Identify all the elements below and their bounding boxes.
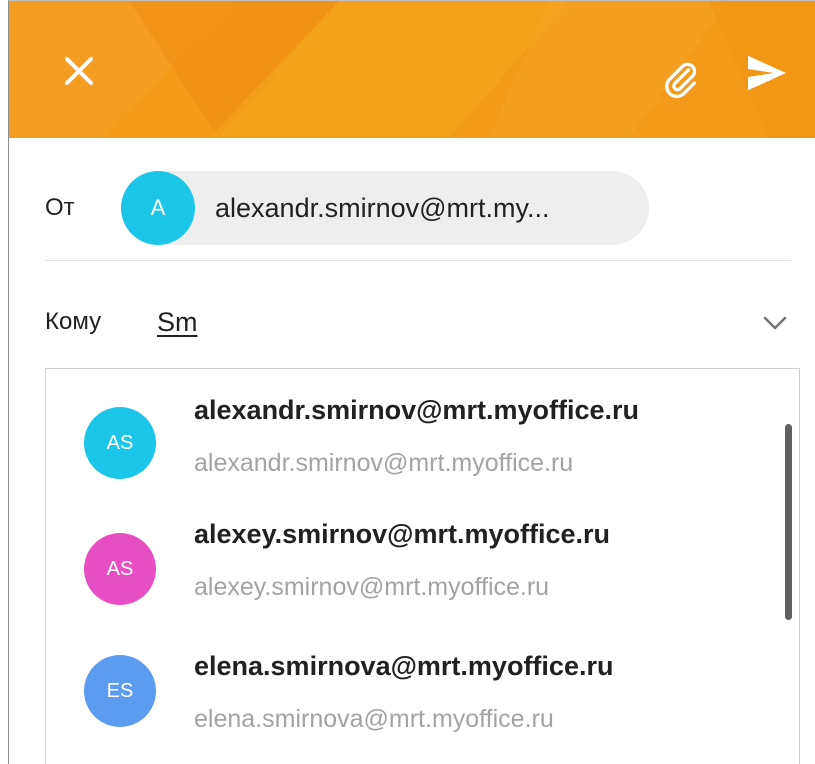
suggestions-scrollbar[interactable]: [785, 424, 792, 620]
suggestion-avatar: ES: [84, 655, 156, 727]
suggestion-email: alexandr.smirnov@mrt.myoffice.ru: [194, 449, 574, 477]
recipient-input[interactable]: Sm: [157, 307, 198, 338]
compose-screen: От A alexandr.smirnov@mrt.my... Кому Sm …: [8, 0, 815, 764]
suggestion-item[interactable]: AS alexey.smirnov@mrt.myoffice.ru alexey…: [46, 497, 766, 625]
suggestion-item[interactable]: AS alexandr.smirnov@mrt.myoffice.ru alex…: [46, 369, 766, 497]
close-button[interactable]: [45, 37, 113, 105]
recipient-suggestions: AS alexandr.smirnov@mrt.myoffice.ru alex…: [45, 368, 800, 764]
suggestion-item[interactable]: ES elena.smirnova@mrt.myoffice.ru elena.…: [46, 625, 766, 753]
sender-avatar: A: [121, 171, 195, 245]
chevron-down-icon: [763, 316, 787, 330]
send-icon: [748, 55, 786, 91]
suggestion-email: elena.smirnova@mrt.myoffice.ru: [194, 705, 554, 733]
to-label: Кому: [45, 308, 102, 335]
close-icon: [65, 57, 93, 85]
suggestion-avatar: AS: [84, 533, 156, 605]
field-divider: [45, 260, 791, 261]
from-label: От: [45, 194, 75, 221]
suggestion-name: alexandr.smirnov@mrt.myoffice.ru: [194, 395, 639, 425]
sender-address: alexandr.smirnov@mrt.my...: [215, 192, 550, 223]
paperclip-icon: [665, 62, 697, 99]
sender-chip[interactable]: A alexandr.smirnov@mrt.my...: [121, 171, 649, 245]
suggestion-email: alexey.smirnov@mrt.myoffice.ru: [194, 573, 550, 601]
suggestion-name: alexey.smirnov@mrt.myoffice.ru: [194, 519, 610, 549]
to-field: Кому Sm: [45, 297, 795, 347]
suggestion-name: elena.smirnova@mrt.myoffice.ru: [194, 651, 614, 681]
expand-recipients-button[interactable]: [755, 303, 795, 343]
from-field: От A alexandr.smirnov@mrt.my...: [45, 171, 649, 245]
send-button[interactable]: [727, 37, 807, 109]
suggestion-avatar: AS: [84, 407, 156, 479]
attach-button[interactable]: [641, 43, 721, 115]
compose-header: [9, 1, 815, 138]
